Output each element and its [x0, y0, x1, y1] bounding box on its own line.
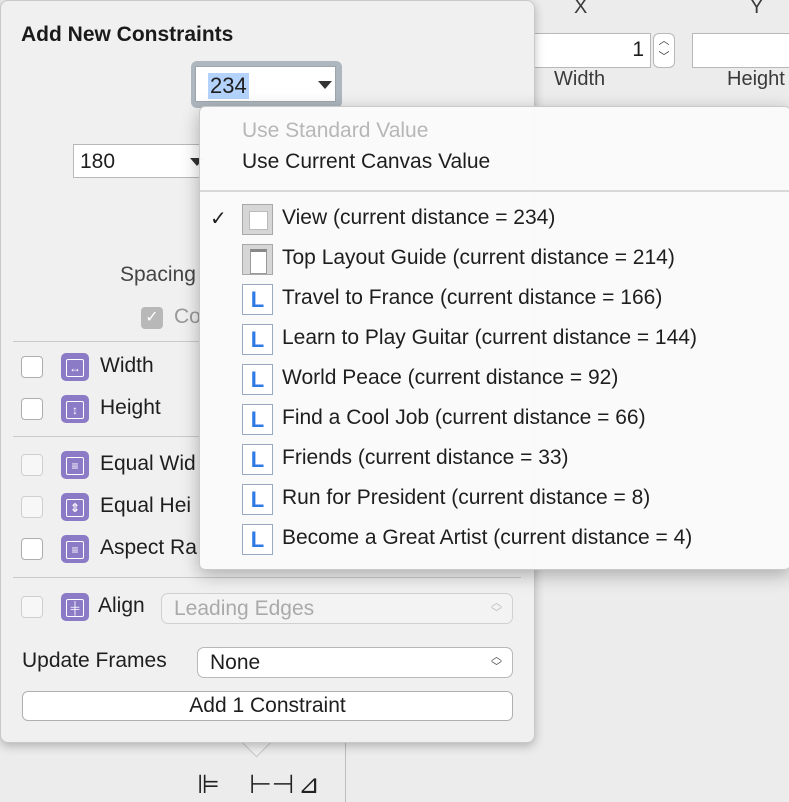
use-standard-value-option[interactable]: Use Standard Value	[242, 119, 428, 143]
top-distance-field[interactable]: 234	[195, 66, 336, 102]
label-icon: L	[242, 444, 273, 475]
align-select-value: Leading Edges	[174, 597, 315, 620]
menu-item-label[interactable]: L Find a Cool Job (current distance = 66…	[200, 400, 789, 440]
width-label: Width	[100, 354, 154, 377]
menu-item-label: Learn to Play Guitar (current distance =…	[282, 326, 697, 349]
equal-heights-label: Equal Hei	[100, 494, 192, 517]
menu-item-label: Top Layout Guide (current distance = 214…	[282, 246, 675, 269]
equal-heights-checkbox[interactable]	[21, 496, 43, 518]
constrain-margins-label: Co	[174, 305, 201, 328]
menu-item-label[interactable]: L Become a Great Artist (current distanc…	[200, 520, 789, 560]
y-header: Y	[750, 0, 764, 18]
use-canvas-value-option[interactable]: Use Current Canvas Value	[242, 150, 490, 174]
x-stepper[interactable]: ︿ ﹀	[653, 33, 675, 68]
stepper-up-icon[interactable]: ︿	[654, 34, 674, 50]
label-icon: L	[242, 364, 273, 395]
view-icon	[242, 204, 273, 235]
layout-guide-icon	[242, 244, 273, 275]
update-frames-label: Update Frames	[22, 649, 167, 672]
menu-item-label: Become a Great Artist (current distance …	[282, 526, 693, 549]
update-frames-select[interactable]: None ︿ ﹀	[197, 647, 513, 678]
aspect-ratio-icon: ≡	[61, 535, 89, 563]
select-chevron-icon: ︿ ﹀	[491, 651, 502, 673]
menu-item-label: Find a Cool Job (current distance = 66)	[282, 406, 646, 429]
align-checkbox[interactable]	[21, 596, 43, 618]
y-field[interactable]	[692, 33, 789, 68]
menu-separator	[200, 190, 789, 192]
align-icon[interactable]: ⊫	[197, 770, 220, 800]
top-distance-value: 234	[208, 73, 249, 99]
menu-item-label[interactable]: L Learn to Play Guitar (current distance…	[200, 320, 789, 360]
equal-widths-checkbox[interactable]	[21, 454, 43, 476]
label-icon: L	[242, 404, 273, 435]
menu-item-label: Travel to France (current distance = 166…	[282, 286, 663, 309]
stepper-down-icon[interactable]: ﹀	[654, 50, 674, 66]
menu-item-label[interactable]: L World Peace (current distance = 92)	[200, 360, 789, 400]
menu-item-view[interactable]: ✓ View (current distance = 234)	[200, 200, 789, 240]
align-select[interactable]: Leading Edges ︿ ﹀	[161, 593, 513, 624]
checkmark-icon: ✓	[210, 206, 227, 230]
height-label: Height	[100, 396, 161, 419]
equal-widths-icon: ≡	[61, 451, 89, 479]
align-icon: ╪	[61, 593, 89, 621]
label-icon: L	[242, 524, 273, 555]
aspect-ratio-checkbox[interactable]	[21, 538, 43, 560]
left-distance-field[interactable]: 180	[73, 144, 213, 178]
menu-item-top-layout-guide[interactable]: Top Layout Guide (current distance = 214…	[200, 240, 789, 280]
align-label: Align	[98, 594, 145, 617]
resolve-issues-icon[interactable]: ⊿	[298, 770, 320, 800]
x-field[interactable]: 1	[533, 33, 651, 68]
width-constraint-icon: ↔	[61, 353, 89, 381]
top-distance-field-focus: 234	[191, 61, 342, 108]
left-distance-value: 180	[80, 150, 116, 173]
select-chevron-icon: ︿ ﹀	[491, 597, 502, 619]
update-frames-value: None	[210, 651, 261, 674]
menu-item-label: View (current distance = 234)	[282, 206, 556, 229]
top-distance-dropdown-icon[interactable]	[318, 81, 332, 89]
popover-title: Add New Constraints	[21, 23, 234, 46]
menu-item-label[interactable]: L Travel to France (current distance = 1…	[200, 280, 789, 320]
equal-widths-label: Equal Wid	[100, 452, 196, 475]
separator	[13, 577, 521, 578]
x-header: X	[574, 0, 588, 18]
pin-icon[interactable]: ⊢⊣	[249, 770, 294, 800]
add-constraint-button[interactable]: Add 1 Constraint	[22, 691, 513, 721]
x-field-value: 1	[632, 38, 644, 61]
width-checkbox[interactable]	[21, 356, 43, 378]
equal-heights-icon: ⇕	[61, 493, 89, 521]
aspect-ratio-label: Aspect Ra	[100, 536, 197, 559]
menu-item-label[interactable]: L Friends (current distance = 33)	[200, 440, 789, 480]
spacing-label: Spacing	[120, 263, 196, 286]
label-icon: L	[242, 284, 273, 315]
menu-item-label: World Peace (current distance = 92)	[282, 366, 619, 389]
height-checkbox[interactable]	[21, 398, 43, 420]
height-label: Height	[727, 68, 785, 90]
label-icon: L	[242, 484, 273, 515]
menu-item-label: Run for President (current distance = 8)	[282, 486, 651, 509]
menu-item-label[interactable]: L Run for President (current distance = …	[200, 480, 789, 520]
constrain-margins-checkbox[interactable]: ✓	[141, 307, 163, 329]
height-constraint-icon: ↕	[61, 395, 89, 423]
label-icon: L	[242, 324, 273, 355]
width-label: Width	[554, 68, 606, 90]
distance-menu: Use Standard Value Use Current Canvas Va…	[199, 106, 789, 570]
menu-item-label: Friends (current distance = 33)	[282, 446, 569, 469]
